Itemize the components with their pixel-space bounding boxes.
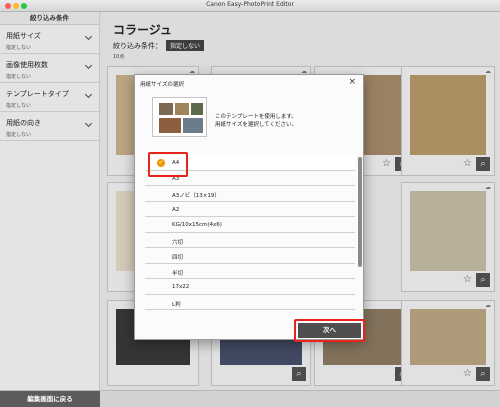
paper-size-label: A3ノビ（13×19）: [172, 193, 220, 199]
paper-size-label: 17x22: [172, 284, 190, 290]
paper-size-option[interactable]: L判: [145, 295, 355, 310]
paper-size-option[interactable]: 六切: [145, 233, 355, 248]
sidebar-item-value: 指定しない: [6, 74, 32, 80]
paper-size-option[interactable]: 17x22: [145, 279, 355, 295]
paper-size-option[interactable]: 四切: [145, 248, 355, 264]
window-title: Canon Easy-PhotoPrint Editor: [206, 1, 294, 8]
paper-size-label: 六切: [172, 239, 184, 246]
template-preview: [152, 97, 207, 137]
sidebar-header: 絞り込み条件: [0, 12, 99, 25]
dialog-message-line: このテンプレートを使用します。: [215, 114, 297, 120]
checkmark-icon: ✓: [157, 159, 165, 167]
next-button[interactable]: 次へ: [298, 323, 361, 338]
sidebar-item-paper-size[interactable]: 用紙サイズ 指定しない: [0, 25, 99, 54]
paper-size-option[interactable]: A3ノビ（13×19）: [145, 186, 355, 202]
bottom-bar: 編集画面に戻る: [0, 390, 500, 407]
sidebar-item-template-type[interactable]: テンプレートタイプ 指定しない: [0, 83, 99, 112]
close-icon[interactable]: ×: [348, 77, 356, 87]
paper-size-label: L判: [172, 301, 181, 308]
paper-size-list: ✓ A4 A3 A3ノビ（13×19） A2 KG/10x15cm(4x6) 六…: [145, 155, 355, 311]
paper-size-option[interactable]: 半切: [145, 264, 355, 279]
sidebar-item-value: 指定しない: [6, 45, 32, 51]
sidebar-item-value: 指定しない: [6, 103, 32, 109]
paper-size-label: A2: [172, 206, 180, 213]
scrollbar-thumb[interactable]: [358, 157, 362, 267]
paper-size-label: 四切: [172, 255, 184, 261]
dialog-message: このテンプレートを使用します。 用紙サイズを選択してください。: [215, 113, 297, 129]
paper-size-label: A3: [172, 175, 180, 182]
paper-size-label: 半切: [172, 270, 184, 277]
dialog-message-line: 用紙サイズを選択してください。: [215, 122, 298, 128]
sidebar-item-orientation[interactable]: 用紙の向き 指定しない: [0, 112, 99, 141]
next-button-highlight: 次へ: [294, 319, 365, 342]
list-scrollbar[interactable]: [358, 155, 362, 311]
sidebar-item-image-count[interactable]: 画像使用枚数 指定しない: [0, 54, 99, 83]
filter-sidebar: 絞り込み条件 用紙サイズ 指定しない 画像使用枚数 指定しない テンプレートタイ…: [0, 12, 100, 390]
paper-size-option[interactable]: KG/10x15cm(4x6): [145, 217, 355, 233]
paper-size-label: A4: [172, 160, 180, 166]
paper-size-dialog: 用紙サイズの選択 × このテンプレートを使用します。 用紙サイズを選択してくださ…: [134, 74, 364, 340]
back-to-edit-button[interactable]: 編集画面に戻る: [0, 391, 100, 407]
sidebar-item-value: 指定しない: [6, 132, 32, 138]
paper-size-option[interactable]: ✓ A4: [145, 155, 355, 171]
paper-size-option[interactable]: A3: [145, 171, 355, 186]
dialog-title: 用紙サイズの選択: [140, 82, 184, 88]
paper-size-label: KG/10x15cm(4x6): [172, 222, 222, 228]
paper-size-option[interactable]: A2: [145, 202, 355, 217]
window-titlebar: Canon Easy-PhotoPrint Editor: [0, 0, 500, 12]
